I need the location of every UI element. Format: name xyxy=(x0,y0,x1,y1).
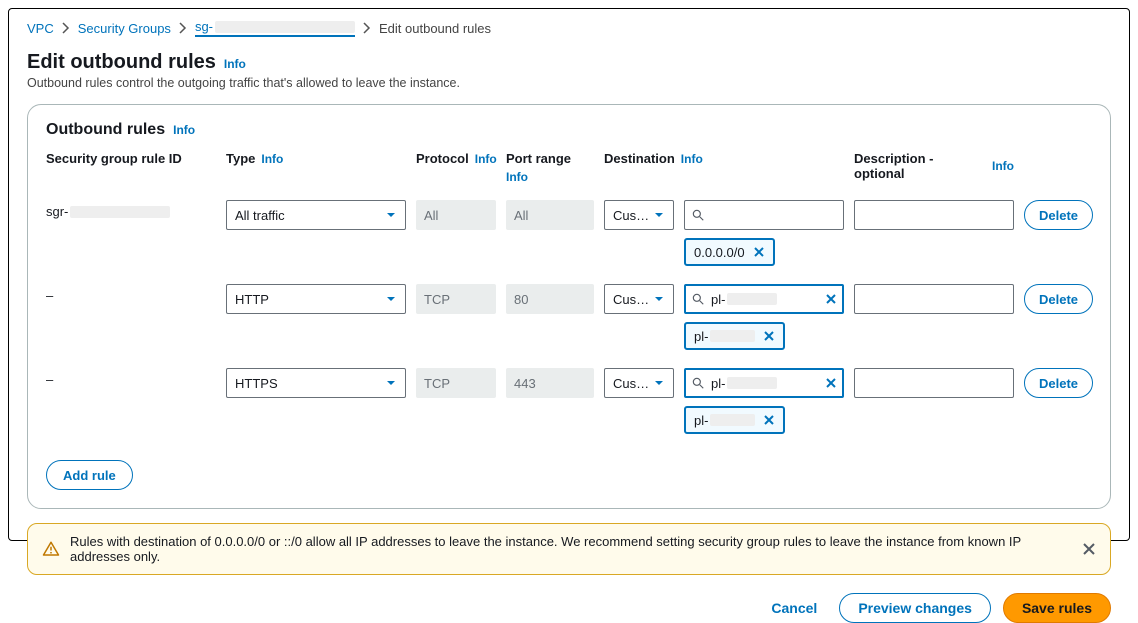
caret-down-icon xyxy=(385,293,397,305)
breadcrumb: VPC Security Groups sg- Edit outbound ru… xyxy=(27,17,1111,43)
table-row: –HTTPS TCP 443 Cus… pl-pl- Delete xyxy=(46,368,1092,434)
protocol-field: All xyxy=(416,200,496,230)
redacted-sg-id xyxy=(215,21,355,33)
protocol-field: TCP xyxy=(416,368,496,398)
destination-search-input[interactable] xyxy=(684,200,844,230)
chevron-right-icon xyxy=(179,22,187,34)
warning-alert: Rules with destination of 0.0.0.0/0 or :… xyxy=(27,523,1111,575)
caret-down-icon xyxy=(653,377,665,389)
description-input[interactable] xyxy=(854,200,1014,230)
destination-chip: pl- xyxy=(684,406,785,434)
clear-input-icon[interactable] xyxy=(825,293,837,305)
port-range-field: All xyxy=(506,200,594,230)
col-dest: Destination Info xyxy=(604,151,674,166)
rule-id-cell: – xyxy=(46,372,216,387)
destination-type-select[interactable]: Cus… xyxy=(604,368,674,398)
page-title-info-link[interactable]: Info xyxy=(224,57,246,71)
destination-chip: pl- xyxy=(684,322,785,350)
destination-search-input[interactable]: pl- xyxy=(684,284,844,314)
breadcrumb-vpc[interactable]: VPC xyxy=(27,21,54,36)
type-select[interactable]: HTTP xyxy=(226,284,406,314)
col-port-info[interactable]: Info xyxy=(506,170,594,184)
search-icon xyxy=(691,292,705,306)
breadcrumb-sg-id[interactable]: sg- xyxy=(195,19,355,37)
chevron-right-icon xyxy=(363,22,371,34)
caret-down-icon xyxy=(653,209,665,221)
breadcrumb-current: Edit outbound rules xyxy=(379,21,491,36)
table-header-row: Security group rule ID Type Info Protoco… xyxy=(46,151,1092,184)
destination-value-cell: pl-pl- xyxy=(684,284,844,350)
rule-id-cell: sgr- xyxy=(46,204,216,219)
panel-info-link[interactable]: Info xyxy=(173,123,195,137)
alert-text: Rules with destination of 0.0.0.0/0 or :… xyxy=(70,534,1072,564)
col-protocol: Protocol Info xyxy=(416,151,496,166)
breadcrumb-security-groups[interactable]: Security Groups xyxy=(78,21,171,36)
cancel-button[interactable]: Cancel xyxy=(761,593,827,623)
page-subtitle: Outbound rules control the outgoing traf… xyxy=(27,76,1111,90)
add-rule-button[interactable]: Add rule xyxy=(46,460,133,490)
page-title: Edit outbound rules Info xyxy=(27,51,1111,74)
remove-chip-icon[interactable] xyxy=(763,330,775,342)
col-rule-id: Security group rule ID xyxy=(46,151,216,166)
col-desc-info[interactable]: Info xyxy=(992,159,1014,173)
col-port: Port range Info xyxy=(506,151,594,184)
delete-rule-button[interactable]: Delete xyxy=(1024,200,1093,230)
warning-icon xyxy=(42,540,60,558)
caret-down-icon xyxy=(653,293,665,305)
preview-changes-button[interactable]: Preview changes xyxy=(839,593,991,623)
caret-down-icon xyxy=(385,209,397,221)
destination-type-select[interactable]: Cus… xyxy=(604,284,674,314)
remove-chip-icon[interactable] xyxy=(763,414,775,426)
col-type-info[interactable]: Info xyxy=(261,152,283,166)
description-input[interactable] xyxy=(854,368,1014,398)
destination-type-select[interactable]: Cus… xyxy=(604,200,674,230)
delete-rule-button[interactable]: Delete xyxy=(1024,368,1093,398)
caret-down-icon xyxy=(385,377,397,389)
search-icon xyxy=(691,376,705,390)
save-rules-button[interactable]: Save rules xyxy=(1003,593,1111,623)
table-row: sgr- All traffic All All Cus… 0.0.0.0/0 Delete xyxy=(46,200,1092,266)
type-select[interactable]: All traffic xyxy=(226,200,406,230)
delete-rule-button[interactable]: Delete xyxy=(1024,284,1093,314)
page-title-text: Edit outbound rules xyxy=(27,51,216,74)
table-row: –HTTP TCP 80 Cus… pl-pl- Delete xyxy=(46,284,1092,350)
destination-value-cell: 0.0.0.0/0 xyxy=(684,200,844,266)
destination-search-input[interactable]: pl- xyxy=(684,368,844,398)
outbound-rules-panel: Outbound rules Info Security group rule … xyxy=(27,104,1111,509)
remove-chip-icon[interactable] xyxy=(753,246,765,258)
col-protocol-info[interactable]: Info xyxy=(475,152,497,166)
chevron-right-icon xyxy=(62,22,70,34)
rule-id-cell: – xyxy=(46,288,216,303)
port-range-field: 80 xyxy=(506,284,594,314)
protocol-field: TCP xyxy=(416,284,496,314)
col-desc: Description - optional Info xyxy=(854,151,1014,181)
search-icon xyxy=(691,208,705,222)
clear-input-icon[interactable] xyxy=(825,377,837,389)
port-range-field: 443 xyxy=(506,368,594,398)
destination-value-cell: pl-pl- xyxy=(684,368,844,434)
description-input[interactable] xyxy=(854,284,1014,314)
destination-chip: 0.0.0.0/0 xyxy=(684,238,775,266)
action-bar: Cancel Preview changes Save rules xyxy=(27,593,1111,623)
type-select[interactable]: HTTPS xyxy=(226,368,406,398)
col-type: Type Info xyxy=(226,151,406,166)
sg-id-prefix: sg- xyxy=(195,19,213,34)
panel-title: Outbound rules Info xyxy=(46,121,1092,139)
col-dest-info[interactable]: Info xyxy=(681,152,703,166)
alert-close-button[interactable] xyxy=(1082,542,1096,556)
panel-title-text: Outbound rules xyxy=(46,121,165,139)
